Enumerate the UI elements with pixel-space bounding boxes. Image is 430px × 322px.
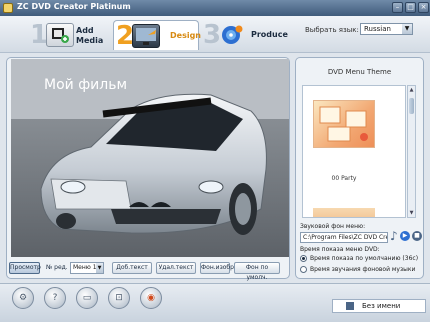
step-tabs: 1 Add Media 2 Design 3 Produce Выбрать я… xyxy=(0,16,430,53)
duration-default-label: Время показа по умолчанию (36с) xyxy=(310,255,419,262)
theme-panel-title: DVD Menu Theme xyxy=(327,68,392,76)
play-icon[interactable]: ▶ xyxy=(400,231,410,241)
duration-default-radio[interactable] xyxy=(300,255,307,262)
delete-text-button[interactable]: Удал.текст xyxy=(156,262,196,274)
chevron-down-icon: ▼ xyxy=(96,263,103,273)
help-icon[interactable]: ? xyxy=(44,287,66,309)
menu-preview[interactable]: Мой фильм xyxy=(11,59,289,257)
app-logo-icon xyxy=(3,3,13,13)
menu-select[interactable]: Меню 1 ▼ xyxy=(70,262,104,274)
disc-burn-icon xyxy=(219,23,245,45)
preview-button[interactable]: Просмотр xyxy=(9,262,41,274)
language-label: Выбрать язык: xyxy=(305,26,359,34)
default-background-button[interactable]: Фон по умолч. xyxy=(234,262,280,281)
bg-music-path-field[interactable]: C:\Program Files\ZC DVD Creat xyxy=(300,232,388,243)
tab-design[interactable]: 2 Design xyxy=(113,20,201,51)
background-image-button[interactable]: Фон.изобр. xyxy=(200,262,236,274)
film-add-icon xyxy=(46,23,74,47)
folder-icon[interactable]: ▭ xyxy=(76,287,98,309)
theme-list[interactable]: 00 Party xyxy=(302,85,406,218)
add-text-button[interactable]: Доб.текст xyxy=(112,262,152,274)
duration-music-radio[interactable] xyxy=(300,266,307,273)
cart-icon[interactable]: ⊡ xyxy=(108,287,130,309)
project-name-box[interactable]: Без имени xyxy=(332,299,426,313)
title-bar: ZC DVD Creator Platinum – □ × xyxy=(0,0,430,16)
project-file-icon xyxy=(346,302,354,310)
tab-add-media-label: Add Media xyxy=(76,26,104,45)
tab-design-label: Design xyxy=(170,31,201,40)
scroll-down-icon[interactable]: ▼ xyxy=(408,209,415,217)
restore-button[interactable]: □ xyxy=(405,2,416,13)
design-monitor-icon xyxy=(132,24,160,48)
project-name: Без имени xyxy=(362,302,401,310)
stop-icon[interactable]: ■ xyxy=(412,231,422,241)
tab-add-media[interactable]: 1 Add Media xyxy=(30,20,108,50)
theme-list-scrollbar[interactable]: ▲ ▼ xyxy=(407,85,416,218)
scroll-up-icon[interactable]: ▲ xyxy=(408,86,415,94)
menu-duration-label: Время показа меню DVD: xyxy=(300,246,380,253)
duration-music-label: Время звучания фоновой музыки xyxy=(310,266,416,273)
settings-icon[interactable]: ⚙ xyxy=(12,287,34,309)
language-select[interactable]: Russian ▼ xyxy=(360,23,413,35)
theme-thumbnail[interactable] xyxy=(313,100,375,148)
tab-produce[interactable]: 3 Produce xyxy=(203,20,289,50)
tab-produce-label: Produce xyxy=(251,30,288,39)
close-button[interactable]: × xyxy=(418,2,429,13)
theme-thumbnail[interactable] xyxy=(313,208,375,217)
minimize-button[interactable]: – xyxy=(392,2,403,13)
music-note-icon[interactable]: ♪ xyxy=(390,229,398,243)
chevron-down-icon: ▼ xyxy=(402,24,412,34)
window-title: ZC DVD Creator Platinum xyxy=(17,2,131,11)
menu-title-text[interactable]: Мой фильм xyxy=(44,77,127,93)
scroll-thumb[interactable] xyxy=(409,98,414,114)
menu-number-label: № ред. xyxy=(46,264,68,271)
record-icon[interactable]: ◉ xyxy=(140,287,162,309)
bg-music-label: Звуковой фон меню: xyxy=(300,223,366,230)
theme-name: 00 Party xyxy=(331,175,357,182)
